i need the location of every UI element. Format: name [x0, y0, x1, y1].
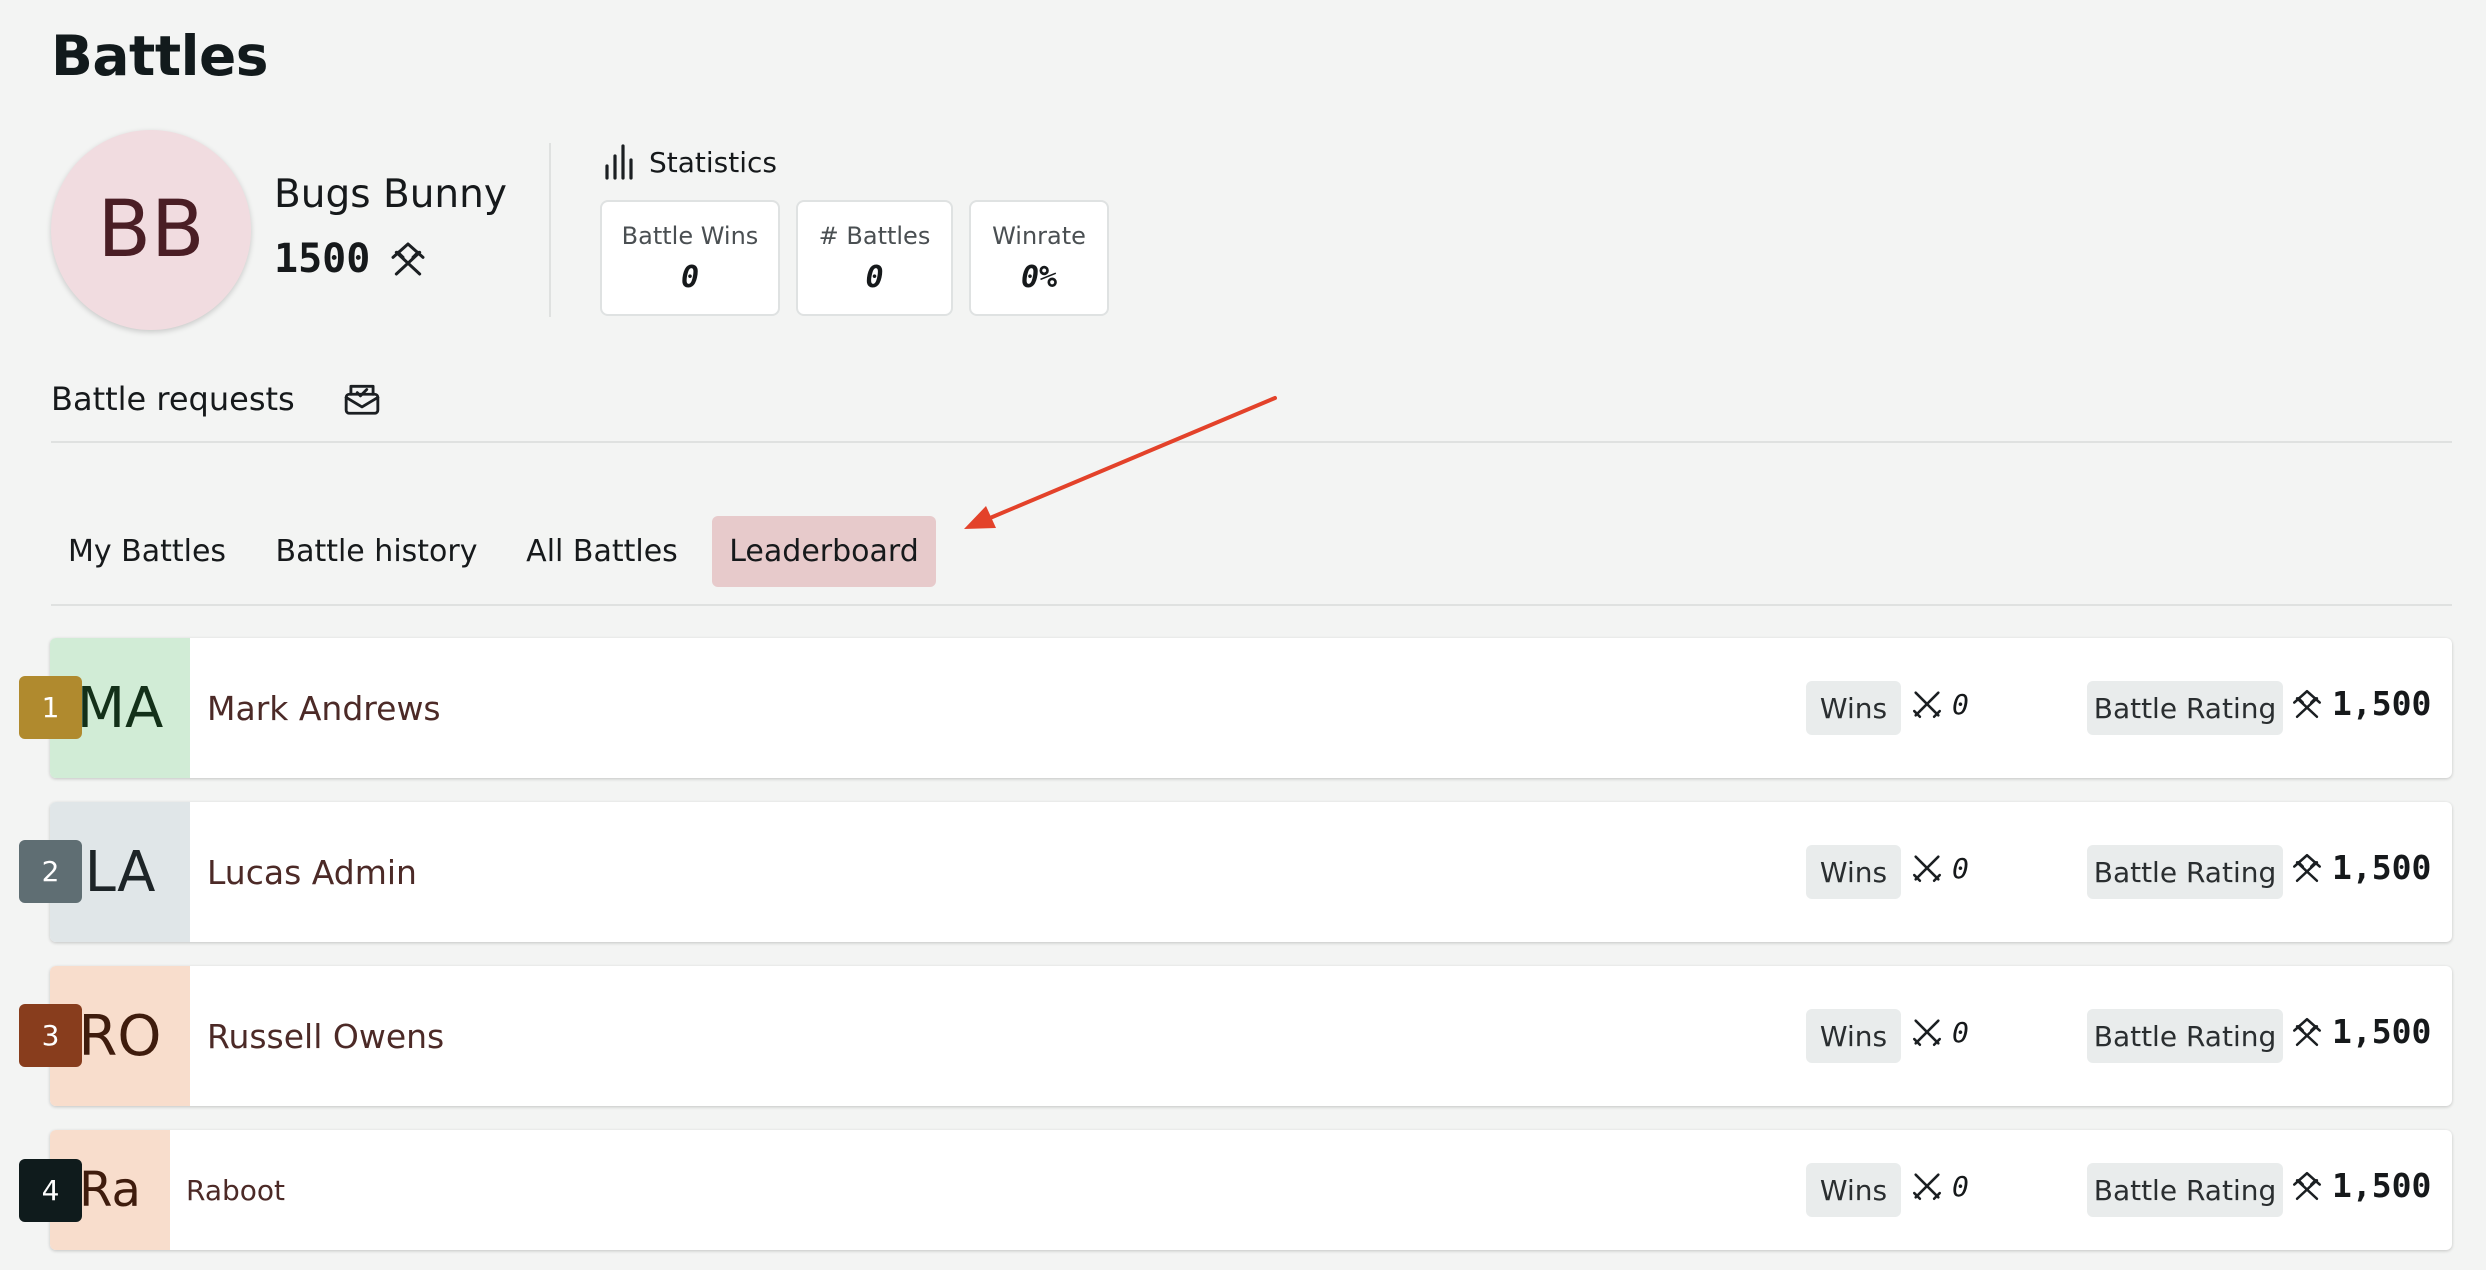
mail-check-icon[interactable] [343, 380, 381, 418]
row-name[interactable]: Lucas Admin [207, 802, 417, 942]
crossed-swords-icon [1910, 1015, 1944, 1049]
user-rating-value: 1500 [274, 236, 371, 282]
user-name: Bugs Bunny [274, 172, 507, 217]
row-initials: MA [76, 675, 164, 741]
statistics-header: Statistics [603, 144, 777, 180]
stat-value: 0 [865, 259, 884, 295]
row-initials: LA [84, 839, 156, 905]
battle-rating-metric: 1,500 [2290, 684, 2431, 723]
profile-divider [549, 143, 551, 317]
battle-rating-label: Battle Rating [2087, 845, 2283, 899]
row-name[interactable]: Mark Andrews [207, 638, 441, 778]
rank-badge: 3 [19, 1004, 82, 1067]
tab-all-battles[interactable]: All Battles [512, 516, 692, 587]
wins-metric: 0 [1910, 1169, 1969, 1203]
battle-rating-icon [2290, 1015, 2324, 1049]
battle-rating-value: 1,500 [2332, 1012, 2432, 1051]
wins-metric: 0 [1910, 1015, 1969, 1049]
tab-battle-history[interactable]: Battle history [260, 516, 493, 587]
wins-value: 0 [1952, 1015, 1969, 1049]
crossed-swords-icon [1910, 851, 1944, 885]
page-title: Battles [51, 24, 269, 88]
wins-metric: 0 [1910, 851, 1969, 885]
battle-rating-metric: 1,500 [2290, 1012, 2431, 1051]
leaderboard-row[interactable]: RO Russell Owens Wins 0 Battle Rating 1,… [50, 966, 2452, 1106]
crossed-swords-icon [1910, 687, 1944, 721]
leaderboard-row[interactable]: LA Lucas Admin Wins 0 Battle Rating 1,50… [50, 802, 2452, 942]
requests-divider [51, 441, 2452, 443]
battle-requests[interactable]: Battle requests [51, 380, 381, 418]
leaderboard-row[interactable]: Ra Raboot Wins 0 Battle Rating 1,500 [50, 1130, 2452, 1250]
stat-label: # Battles [818, 221, 931, 250]
wins-metric: 0 [1910, 687, 1969, 721]
battle-requests-label[interactable]: Battle requests [51, 380, 295, 418]
battle-rating-metric: 1,500 [2290, 848, 2431, 887]
battle-rating-value: 1,500 [2332, 1166, 2432, 1205]
wins-value: 0 [1952, 1169, 1969, 1203]
wins-value: 0 [1952, 687, 1969, 721]
user-rating: 1500 [274, 236, 428, 282]
row-initials: Ra [79, 1162, 141, 1218]
statistics-title: Statistics [649, 145, 777, 179]
tabs-divider [51, 604, 2452, 606]
row-initials: RO [78, 1003, 162, 1069]
wins-label: Wins [1806, 1009, 1901, 1063]
leaderboard-row[interactable]: MA Mark Andrews Wins 0 Battle Rating 1,5… [50, 638, 2452, 778]
battle-rating-icon [2290, 687, 2324, 721]
row-name[interactable]: Raboot [186, 1130, 285, 1250]
stat-card-winrate: Winrate 0% [969, 200, 1109, 316]
stat-label: Winrate [992, 221, 1086, 250]
user-avatar: BB [51, 130, 251, 330]
battle-rating-value: 1,500 [2332, 848, 2432, 887]
stat-card-battle-wins: Battle Wins 0 [600, 200, 780, 316]
battles-page: Battles BB Bugs Bunny 1500 Statistics Ba… [0, 0, 2486, 1270]
stat-label: Battle Wins [621, 221, 759, 250]
wins-label: Wins [1806, 845, 1901, 899]
battle-rating-icon [2290, 851, 2324, 885]
user-initials: BB [97, 185, 205, 275]
tab-my-battles[interactable]: My Battles [51, 516, 243, 587]
battle-rating-metric: 1,500 [2290, 1166, 2431, 1205]
wins-label: Wins [1806, 1163, 1901, 1217]
wins-label: Wins [1806, 681, 1901, 735]
battle-rating-label: Battle Rating [2087, 681, 2283, 735]
stat-card-battles: # Battles 0 [796, 200, 953, 316]
battle-rating-label: Battle Rating [2087, 1009, 2283, 1063]
stat-value: 0 [680, 259, 700, 295]
battle-rating-icon [388, 239, 428, 279]
rank-badge: 1 [19, 676, 82, 739]
crossed-swords-icon [1910, 1169, 1944, 1203]
bar-chart-icon [603, 144, 635, 180]
battle-rating-value: 1,500 [2332, 684, 2432, 723]
wins-value: 0 [1952, 851, 1969, 885]
stat-value: 0% [1020, 259, 1058, 295]
tab-leaderboard[interactable]: Leaderboard [712, 516, 936, 587]
row-name[interactable]: Russell Owens [207, 966, 444, 1106]
rank-badge: 2 [19, 840, 82, 903]
battle-rating-icon [2290, 1169, 2324, 1203]
rank-badge: 4 [19, 1159, 82, 1222]
battle-rating-label: Battle Rating [2087, 1163, 2283, 1217]
